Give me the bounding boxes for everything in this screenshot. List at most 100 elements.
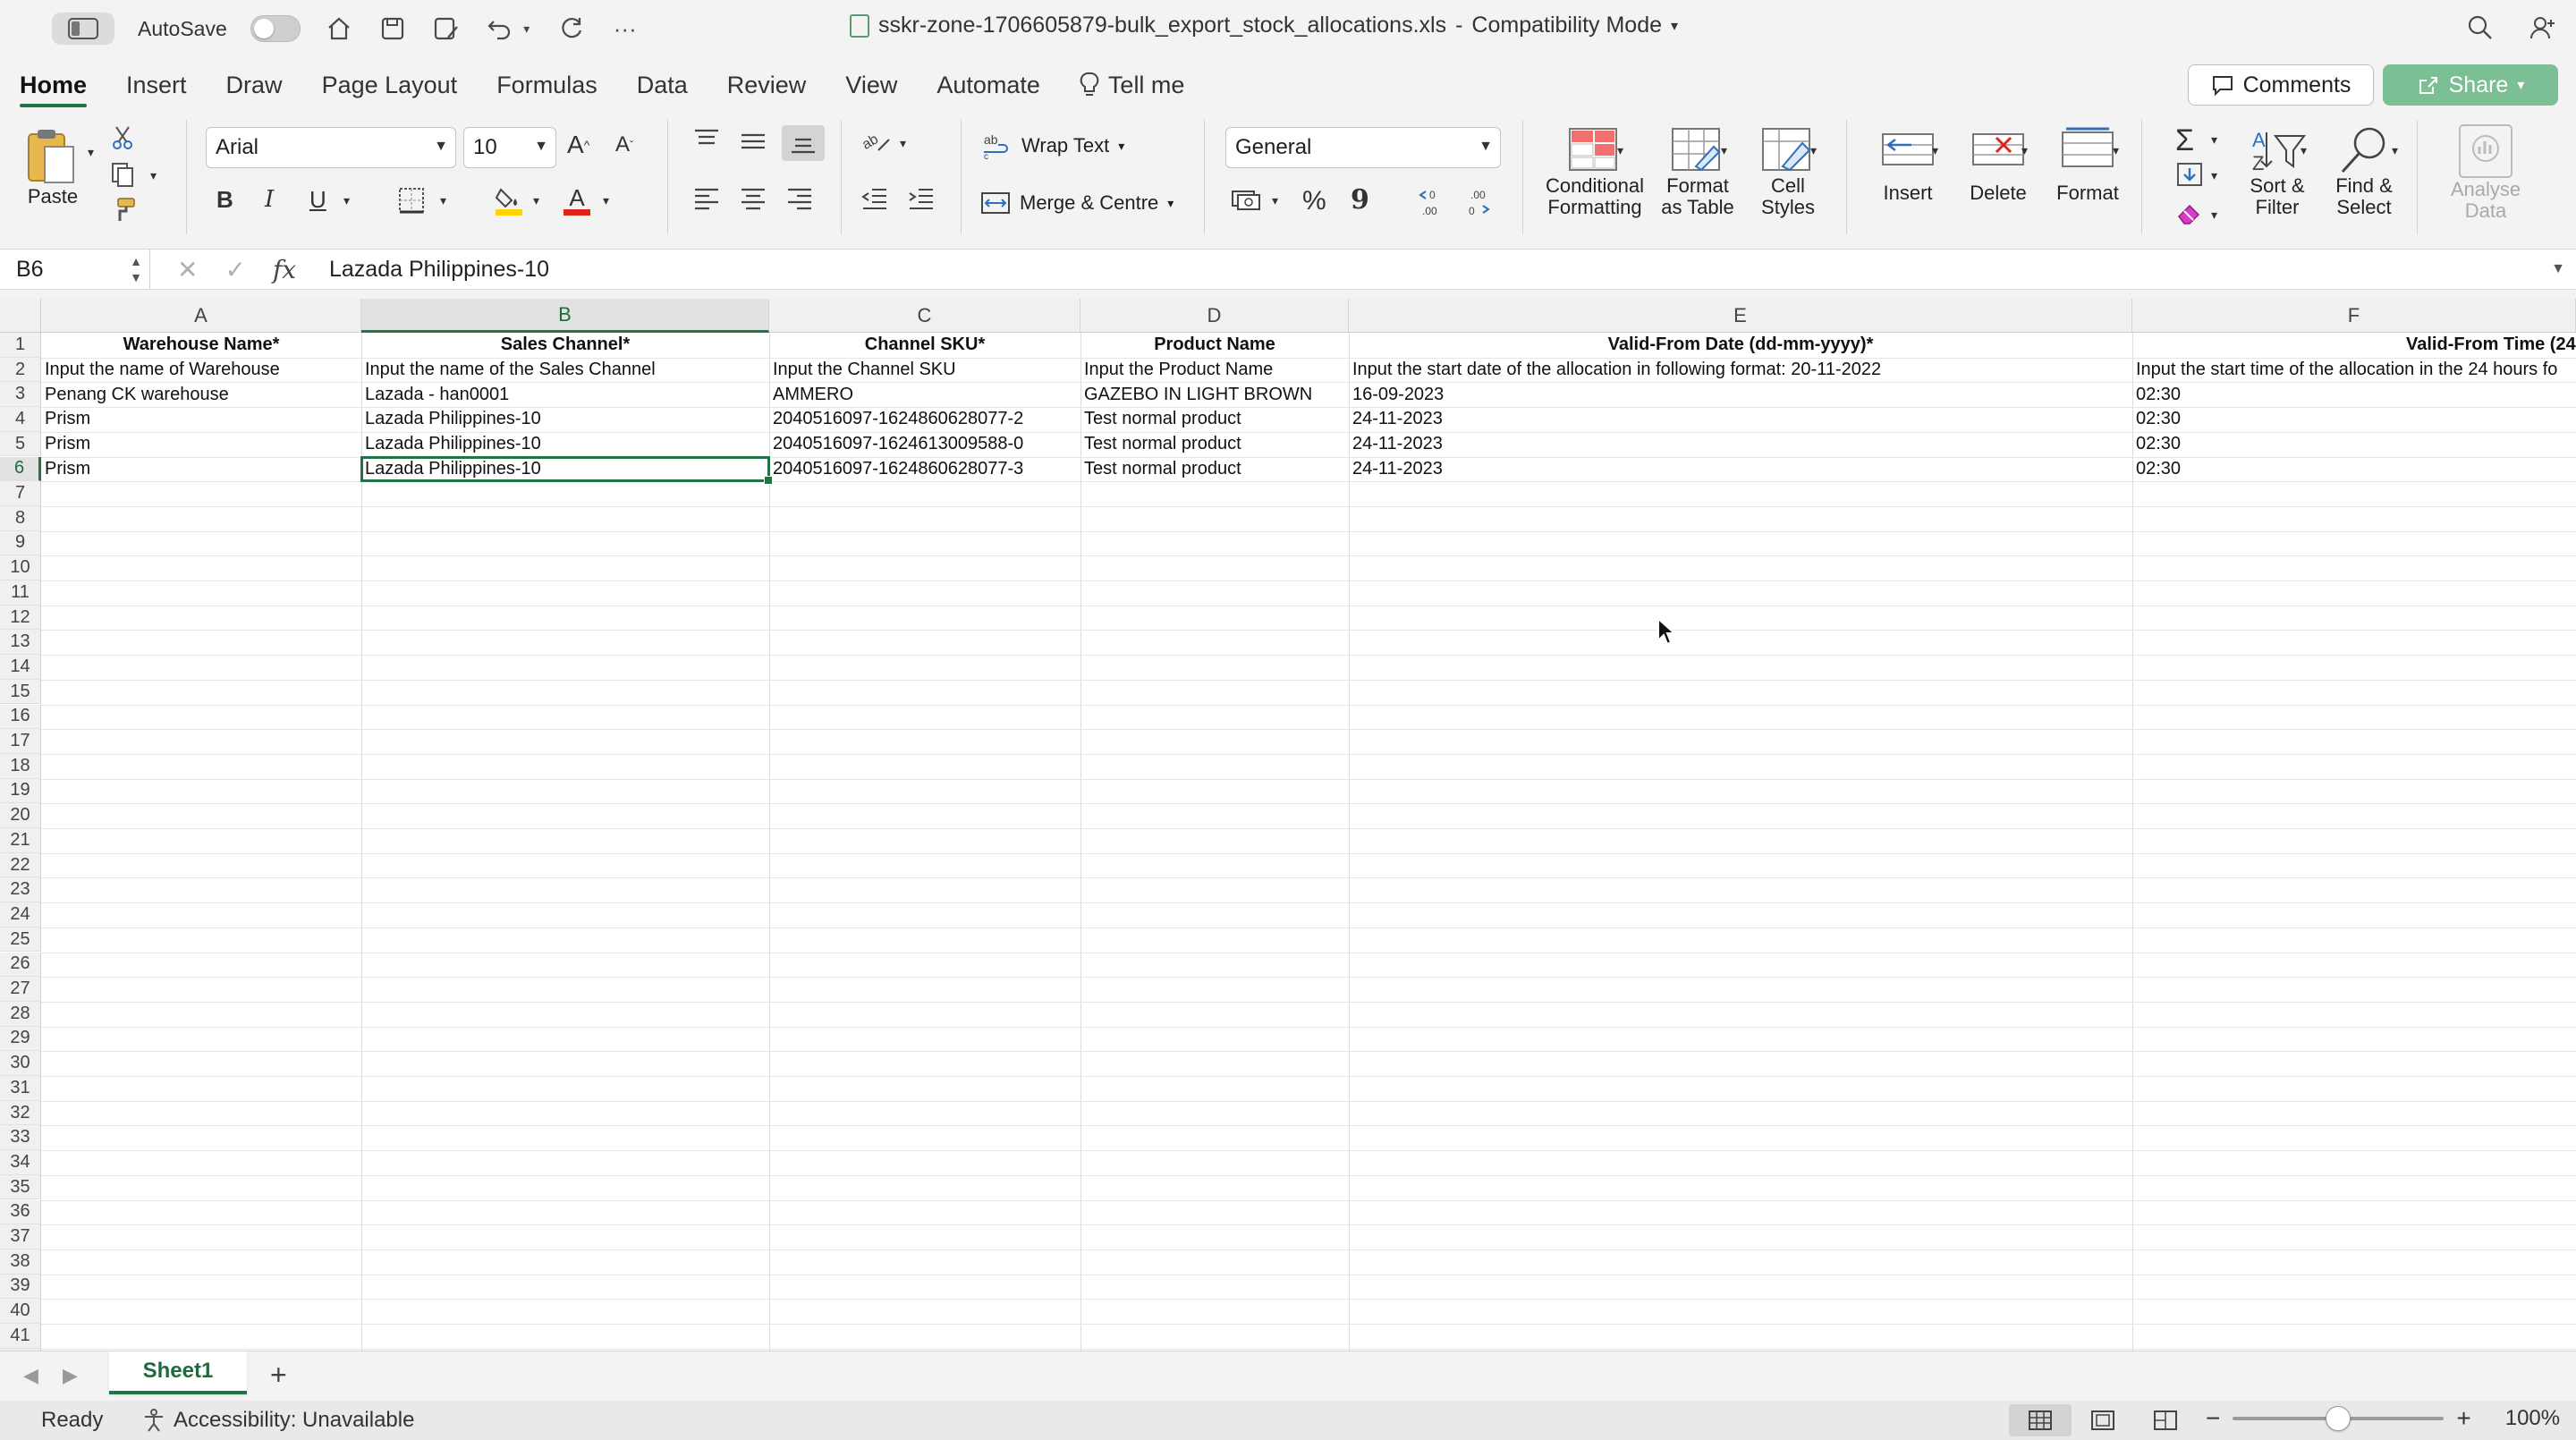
orientation-dropdown-icon[interactable]: ▾	[900, 136, 906, 151]
cell-e5[interactable]: 24-11-2023	[1349, 432, 2132, 457]
cell-f4[interactable]: 02:30	[2132, 407, 2576, 432]
find-select-button[interactable]: Find & Select	[2324, 125, 2404, 218]
cell-e2[interactable]: Input the start date of the allocation i…	[1349, 358, 2132, 383]
row-header-23[interactable]: 23	[0, 877, 41, 903]
fill-color-dropdown-icon[interactable]: ▾	[533, 193, 539, 208]
fill-down-icon[interactable]	[2175, 161, 2204, 188]
cell-styles-dropdown-icon[interactable]: ▾	[1810, 143, 1817, 158]
italic-button[interactable]: I	[265, 186, 274, 213]
accounting-format-icon[interactable]	[1231, 186, 1263, 213]
row-header-32[interactable]: 32	[0, 1100, 41, 1126]
row-header-31[interactable]: 31	[0, 1076, 41, 1101]
format-cells-dropdown-icon[interactable]: ▾	[2113, 143, 2119, 158]
align-left-icon[interactable]	[692, 186, 721, 211]
tab-data[interactable]: Data	[617, 59, 708, 111]
chevron-down-icon[interactable]: ▾	[2517, 76, 2524, 94]
row-header-5[interactable]: 5	[0, 431, 41, 457]
delete-cells-dropdown-icon[interactable]: ▾	[2021, 143, 2028, 158]
percent-style-button[interactable]: %	[1302, 186, 1326, 216]
undo-icon[interactable]	[485, 13, 515, 44]
row-header-12[interactable]: 12	[0, 605, 41, 631]
header-cell-c1[interactable]: Channel SKU*	[769, 333, 1080, 358]
row-header-35[interactable]: 35	[0, 1174, 41, 1200]
increase-font-size-icon[interactable]: A ^	[567, 131, 589, 159]
cell-b4[interactable]: Lazada Philippines-10	[361, 407, 769, 432]
row-header-27[interactable]: 27	[0, 977, 41, 1002]
tab-draw[interactable]: Draw	[207, 59, 302, 111]
align-top-icon[interactable]	[692, 127, 721, 152]
align-middle-icon[interactable]	[739, 129, 767, 154]
save-as-icon[interactable]	[431, 13, 462, 44]
row-header-29[interactable]: 29	[0, 1026, 41, 1052]
cell-f5[interactable]: 02:30	[2132, 432, 2576, 457]
row-header-1[interactable]: 1	[0, 333, 41, 358]
orientation-icon[interactable]: ab	[860, 129, 893, 156]
increase-decimal-icon[interactable]: 0.00	[1417, 186, 1449, 218]
cancel-icon[interactable]: ✕	[177, 255, 198, 284]
align-bottom-button[interactable]	[782, 125, 825, 161]
redo-icon[interactable]	[556, 13, 587, 44]
zoom-slider-knob[interactable]	[2326, 1406, 2351, 1431]
merge-centre-button[interactable]: Merge & Centre ▾	[980, 190, 1174, 216]
borders-icon[interactable]	[397, 186, 426, 215]
row-header-40[interactable]: 40	[0, 1299, 41, 1324]
row-header-38[interactable]: 38	[0, 1249, 41, 1275]
row-header-10[interactable]: 10	[0, 555, 41, 580]
align-center-icon[interactable]	[739, 186, 767, 211]
paste-button[interactable]: Paste	[25, 127, 80, 208]
comments-button[interactable]: Comments	[2188, 64, 2374, 106]
insert-function-button[interactable]: fx	[273, 255, 296, 284]
account-icon[interactable]	[2528, 13, 2558, 43]
column-header-d[interactable]: D	[1080, 299, 1349, 333]
row-header-6[interactable]: 6	[0, 456, 41, 482]
zoom-in-button[interactable]: +	[2456, 1404, 2470, 1433]
tab-view[interactable]: View	[826, 59, 917, 111]
share-button[interactable]: Share ▾	[2383, 64, 2558, 106]
header-cell-e1[interactable]: Valid-From Date (dd-mm-yyyy)*	[1349, 333, 2132, 358]
row-header-25[interactable]: 25	[0, 927, 41, 953]
tab-automate[interactable]: Automate	[917, 59, 1060, 111]
copy-dropdown-icon[interactable]: ▾	[150, 168, 157, 183]
number-format-select[interactable]: General ▼	[1225, 127, 1501, 168]
header-cell-f1[interactable]: Valid-From Time (24	[2132, 333, 2576, 358]
format-as-table-button[interactable]: Format as Table	[1655, 125, 1741, 218]
cell-a4[interactable]: Prism	[41, 407, 361, 432]
row-header-30[interactable]: 30	[0, 1051, 41, 1076]
cell-f6[interactable]: 02:30	[2132, 457, 2576, 482]
column-header-c[interactable]: C	[769, 299, 1080, 333]
autosave-toggle[interactable]	[250, 15, 301, 42]
row-header-28[interactable]: 28	[0, 1001, 41, 1027]
row-header-37[interactable]: 37	[0, 1224, 41, 1249]
row-header-18[interactable]: 18	[0, 753, 41, 779]
insert-cells-button[interactable]: Insert	[1868, 125, 1948, 204]
cell-c2[interactable]: Input the Channel SKU	[769, 358, 1080, 383]
row-header-11[interactable]: 11	[0, 580, 41, 606]
row-header-41[interactable]: 41	[0, 1324, 41, 1349]
row-header-22[interactable]: 22	[0, 852, 41, 878]
tell-me-search[interactable]: Tell me	[1060, 59, 1205, 111]
copy-icon[interactable]	[109, 161, 136, 188]
delete-cells-button[interactable]: Delete	[1955, 125, 2041, 204]
row-header-34[interactable]: 34	[0, 1150, 41, 1175]
conditional-formatting-button[interactable]: Conditional Formatting	[1542, 125, 1648, 218]
row-header-16[interactable]: 16	[0, 704, 41, 730]
home-icon[interactable]	[324, 13, 354, 44]
analyse-data-button[interactable]: Analyse Data	[2438, 122, 2533, 222]
borders-dropdown-icon[interactable]: ▾	[440, 193, 446, 208]
conditional-formatting-dropdown-icon[interactable]: ▾	[1617, 143, 1623, 158]
row-header-39[interactable]: 39	[0, 1274, 41, 1300]
tab-review[interactable]: Review	[708, 59, 826, 111]
row-header-13[interactable]: 13	[0, 630, 41, 656]
tab-page-layout[interactable]: Page Layout	[302, 59, 478, 111]
row-header-15[interactable]: 15	[0, 679, 41, 705]
bold-button[interactable]: B	[216, 186, 233, 214]
cell-c3[interactable]: AMMERO	[769, 382, 1080, 407]
page-layout-view-button[interactable]	[2072, 1404, 2134, 1436]
cell-c4[interactable]: 2040516097-1624860628077-2	[769, 407, 1080, 432]
underline-button[interactable]: U	[309, 186, 326, 214]
insert-cells-dropdown-icon[interactable]: ▾	[1932, 143, 1938, 158]
cell-a6[interactable]: Prism	[41, 457, 361, 482]
zoom-out-button[interactable]: −	[2206, 1404, 2220, 1433]
add-sheet-button[interactable]: +	[270, 1359, 287, 1392]
clear-dropdown-icon[interactable]: ▾	[2211, 208, 2217, 223]
